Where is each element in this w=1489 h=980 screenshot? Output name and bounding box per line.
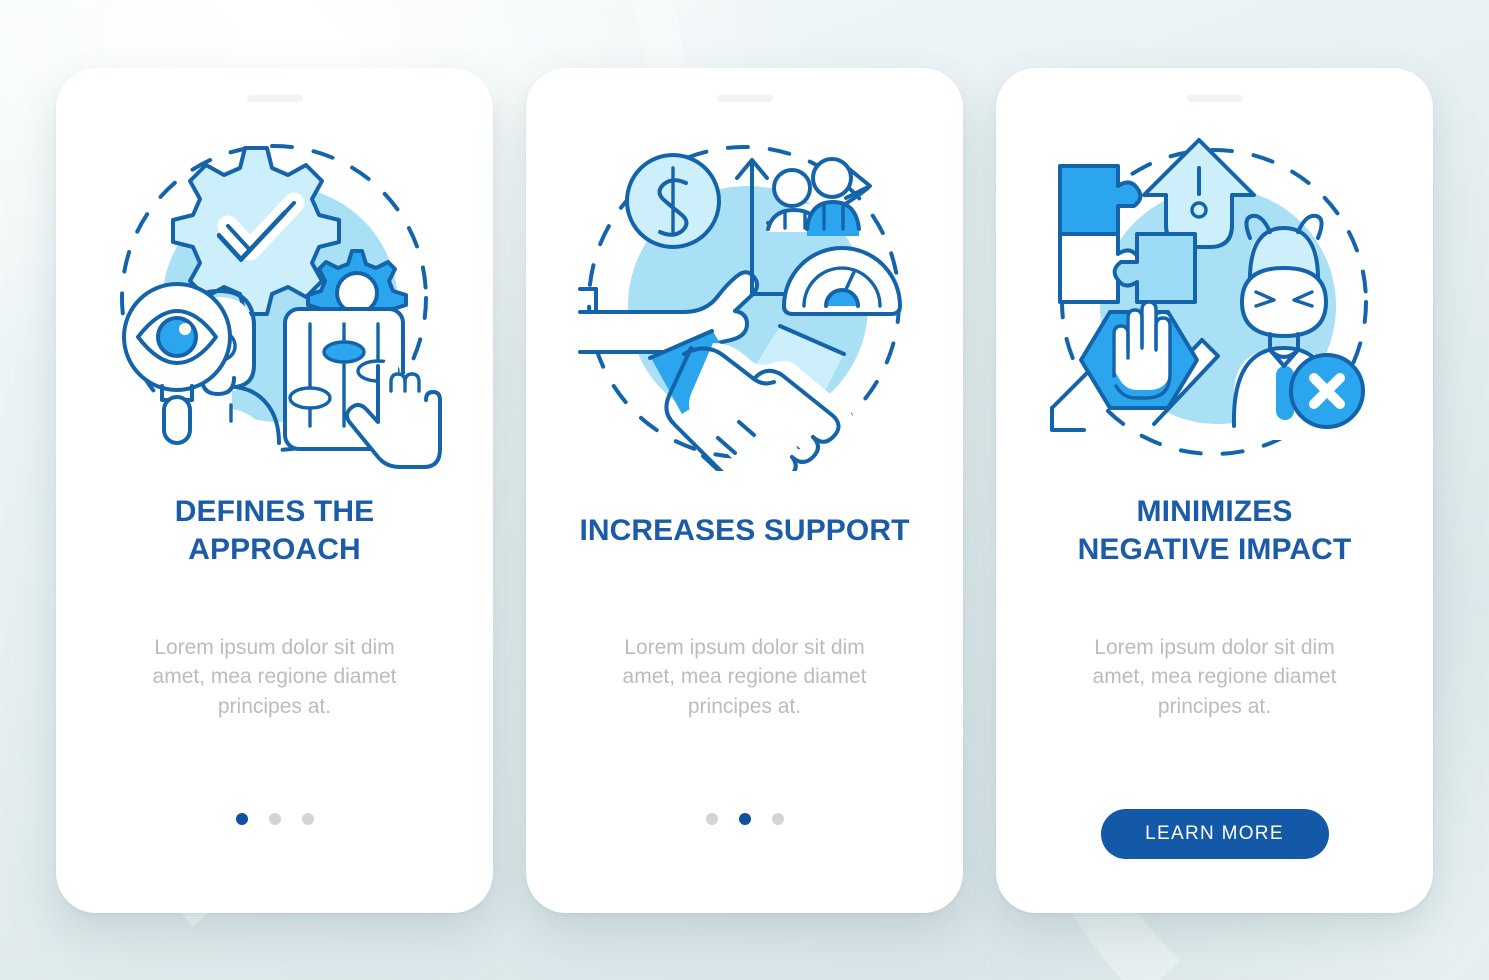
phone-speaker-1 [246, 94, 303, 102]
phone-screen-1: DEFINES THE APPROACH Lorem ipsum dolor s… [56, 67, 493, 913]
pagination-dots-2[interactable] [705, 795, 784, 843]
title-line: DEFINES THE [174, 494, 375, 528]
screen-title-2: INCREASES SUPPORT [552, 493, 937, 573]
pagination-dot-2[interactable] [268, 812, 281, 825]
pagination-dot-1[interactable] [705, 812, 718, 825]
title-line: INCREASES SUPPORT [579, 513, 910, 547]
screen-description-2: Lorem ipsum dolor sit dim amet, mea regi… [622, 635, 867, 719]
illustration-defines-the-approach [102, 126, 447, 471]
phone-speaker-3 [1186, 94, 1243, 102]
illustration-increases-support [572, 126, 917, 471]
screen-description-3: Lorem ipsum dolor sit dim amet, mea regi… [1092, 635, 1337, 719]
screen-description-1: Lorem ipsum dolor sit dim amet, mea regi… [152, 635, 397, 719]
learn-more-button[interactable]: LEARN MORE [1100, 808, 1329, 859]
screen-title-3: MINIMIZES NEGATIVE IMPACT [1022, 493, 1407, 573]
title-line: NEGATIVE IMPACT [1077, 532, 1352, 566]
pagination-dots-1[interactable] [235, 795, 314, 843]
pagination-dot-1[interactable] [235, 812, 248, 825]
onboarding-screens-stage: DEFINES THE APPROACH Lorem ipsum dolor s… [0, 0, 1489, 980]
pagination-dot-2[interactable] [738, 812, 751, 825]
devil-person-icon [1231, 213, 1365, 440]
dollar-coin-icon [625, 152, 721, 249]
title-line: APPROACH [188, 532, 361, 566]
title-line: MINIMIZES [1136, 494, 1293, 528]
pagination-dot-3[interactable] [301, 812, 314, 825]
pagination-dot-3[interactable] [771, 812, 784, 825]
illustration-minimizes-negative-impact [1042, 126, 1387, 471]
phone-screen-3: MINIMIZES NEGATIVE IMPACT Lorem ipsum do… [996, 67, 1433, 913]
screen-title-1: DEFINES THE APPROACH [82, 493, 467, 573]
phone-screen-2: INCREASES SUPPORT Lorem ipsum dolor sit … [526, 67, 963, 913]
phone-speaker-2 [716, 94, 773, 102]
